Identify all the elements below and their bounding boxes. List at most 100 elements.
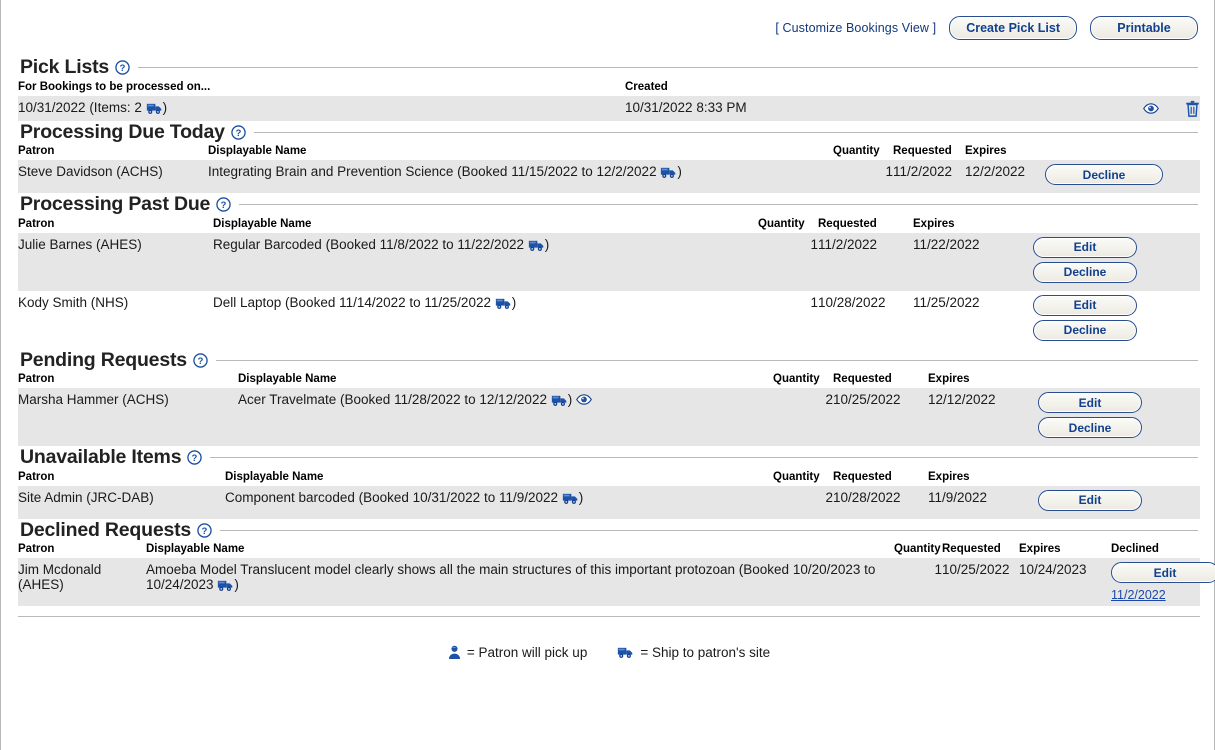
col-quantity: Quantity [773,370,833,388]
cell-quantity: 1 [833,160,893,193]
decline-button[interactable]: Decline [1038,417,1142,438]
col-patron: Patron [18,540,146,558]
col-quantity: Quantity [894,540,942,558]
cell-expires: 12/2/2022 [965,160,1045,193]
section-header: Unavailable Items ? [18,448,1200,468]
help-icon[interactable]: ? [187,450,202,465]
decline-button[interactable]: Decline [1033,262,1137,283]
view-icon[interactable] [1143,102,1159,115]
col-quantity: Quantity [773,468,833,486]
col-patron: Patron [18,142,208,160]
col-patron: Patron [18,468,225,486]
cell-patron: Kody Smith (NHS) [18,291,213,349]
col-name: Displayable Name [225,468,773,486]
unavailable-items-table: Patron Displayable Name Quantity Request… [18,468,1200,519]
col-declined: Declined [1089,540,1200,558]
decline-button[interactable]: Decline [1045,164,1163,185]
cell-patron: Julie Barnes (AHES) [18,233,213,291]
edit-button[interactable]: Edit [1111,562,1215,583]
help-icon[interactable]: ? [197,523,212,538]
col-quantity: Quantity [833,142,893,160]
col-expires: Expires [928,468,1038,486]
col-actions [1033,215,1200,233]
cell-quantity: 1 [758,291,818,349]
cell-row-actions: Edit 11/2/2022 [1089,558,1200,606]
cell-name: Dell Laptop (Booked 11/14/2022 to 11/25/… [213,291,758,349]
top-toolbar: [ Customize Bookings View ] Create Pick … [18,0,1200,56]
col-requested: Requested [833,468,928,486]
pick-lists-table: For Bookings to be processed on... Creat… [18,78,1200,121]
cell-expires: 11/9/2022 [928,486,1038,519]
truck-icon [495,297,512,310]
svg-text:?: ? [221,200,227,210]
section-header: Pick Lists ? [18,58,1200,78]
item-name-tail: ) [512,295,517,310]
edit-button[interactable]: Edit [1033,237,1137,258]
table-header-row: Patron Displayable Name Quantity Request… [18,215,1200,233]
section-processing-due-today: Processing Due Today ? Patron Displayabl… [18,123,1200,194]
cell-row-actions [1080,96,1200,121]
item-name: Dell Laptop (Booked 11/14/2022 to 11/25/… [213,295,495,310]
truck-icon [617,646,634,659]
col-actions [1038,468,1200,486]
section-rule [210,457,1198,458]
col-actions [1045,142,1200,160]
truck-icon [528,239,545,252]
help-icon[interactable]: ? [115,60,130,75]
cell-expires: 11/25/2022 [913,291,1033,349]
section-title: Unavailable Items [20,448,181,468]
section-header: Declined Requests ? [18,521,1200,541]
section-rule [216,360,1198,361]
col-expires: Expires [913,215,1033,233]
cell-quantity: 2 [773,486,833,519]
col-name: Displayable Name [238,370,773,388]
cell-for-bookings: 10/31/2022 (Items: 2 ) [18,96,625,121]
truck-icon [660,166,677,179]
col-requested: Requested [818,215,913,233]
create-pick-list-button[interactable]: Create Pick List [949,16,1077,40]
cell-expires: 12/12/2022 [928,388,1038,446]
table-header-row: Patron Displayable Name Quantity Request… [18,142,1200,160]
section-declined-requests: Declined Requests ? Patron Displayable N… [18,521,1200,607]
pick-list-date-tail: ) [163,100,168,115]
col-expires: Expires [1019,540,1089,558]
legend-ship-label: = Ship to patron's site [640,645,770,660]
edit-button[interactable]: Edit [1038,490,1142,511]
printable-button[interactable]: Printable [1090,16,1198,40]
cell-patron: Marsha Hammer (ACHS) [18,388,238,446]
help-icon[interactable]: ? [193,353,208,368]
declined-date-link[interactable]: 11/2/2022 [1111,588,1166,602]
decline-button[interactable]: Decline [1033,320,1137,341]
col-quantity: Quantity [758,215,818,233]
cell-row-actions: Edit Decline [1033,291,1200,349]
legend: = Patron will pick up = Ship to patron's… [18,645,1200,660]
col-created: Created [625,78,1080,96]
table-row: 10/31/2022 (Items: 2 ) 10/31/2022 8:33 P… [18,96,1200,121]
item-name-tail: ) [568,392,576,407]
col-for-bookings: For Bookings to be processed on... [18,78,625,96]
help-icon[interactable]: ? [231,125,246,140]
cell-requested: 10/28/2022 [833,486,928,519]
table-header-row: For Bookings to be processed on... Creat… [18,78,1200,96]
pending-requests-table: Patron Displayable Name Quantity Request… [18,370,1200,446]
edit-button[interactable]: Edit [1038,392,1142,413]
view-icon[interactable] [576,393,592,406]
delete-icon[interactable] [1185,100,1200,117]
cell-name: Amoeba Model Translucent model clearly s… [146,558,894,606]
declined-requests-table: Patron Displayable Name Quantity Request… [18,540,1200,606]
col-requested: Requested [893,142,965,160]
cell-patron: Jim Mcdonald (AHES) [18,558,146,606]
cell-quantity: 1 [758,233,818,291]
section-title: Declined Requests [20,521,191,541]
cell-requested: 11/2/2022 [818,233,913,291]
customize-bookings-view-link[interactable]: [ Customize Bookings View ] [775,21,936,35]
cell-name: Regular Barcoded (Booked 11/8/2022 to 11… [213,233,758,291]
table-header-row: Patron Displayable Name Quantity Request… [18,540,1200,558]
section-title: Processing Due Today [20,123,225,143]
edit-button[interactable]: Edit [1033,295,1137,316]
section-pending-requests: Pending Requests ? Patron Displayable Na… [18,351,1200,447]
cell-name: Component barcoded (Booked 10/31/2022 to… [225,486,773,519]
item-name: Integrating Brain and Prevention Science… [208,164,660,179]
col-actions [1080,78,1200,96]
help-icon[interactable]: ? [216,197,231,212]
